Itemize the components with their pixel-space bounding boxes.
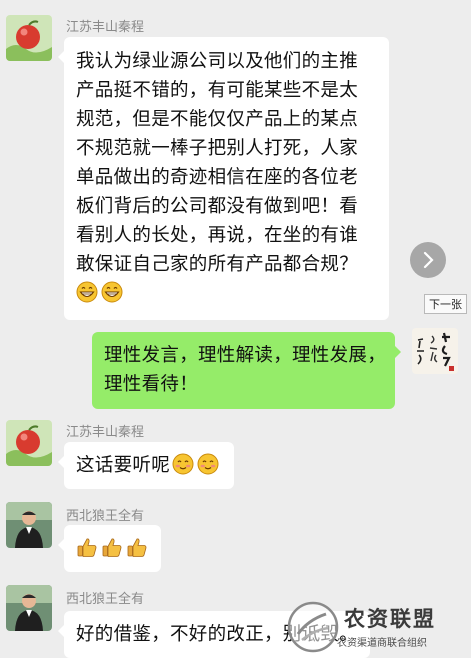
sender-name: 江苏丰山秦程: [66, 425, 145, 440]
message-text: 这话要听呢: [76, 455, 171, 476]
grin-emoji: [101, 281, 123, 303]
sender-name: 江苏丰山秦程: [66, 20, 145, 35]
avatar[interactable]: [6, 420, 52, 466]
message-text-line: 单品做出的奇迹相信在座的各位老: [76, 167, 359, 188]
avatar[interactable]: [6, 15, 52, 61]
alliance-logo: [287, 601, 339, 653]
message-row: 江苏丰山秦程 这话要听呢: [0, 410, 471, 500]
message-text-line: 我认为绿业源公司以及他们的主推: [76, 51, 359, 72]
avatar[interactable]: [6, 502, 52, 548]
thumbs-up-emoji: [77, 538, 97, 557]
message-bubble[interactable]: 这话要听呢: [57, 442, 235, 489]
message-text-line: 理性发言，理性解读，理性发展，: [104, 345, 387, 366]
watermark-subtitle: 农资渠道商联合组织: [337, 638, 427, 649]
watermark-title: 农资联盟: [344, 607, 436, 631]
sender-name: 西北狼王全有: [66, 509, 145, 524]
message-row: 西北狼王全有: [0, 493, 471, 583]
message-text-line: 不规范就一棒子把别人打死，人家: [76, 138, 359, 159]
message-text-line: 规范，但是不能仅仅产品上的某点: [76, 109, 359, 130]
blush-emoji: [172, 453, 194, 475]
watermark: 农资联盟 农资渠道商联合组织: [280, 597, 471, 656]
message-text-line: 理性看待！: [104, 374, 199, 395]
thumbs-up-emoji: [102, 538, 122, 557]
message-row: 理性发言，理性解读，理性发展， 理性看待！: [0, 320, 471, 410]
sender-name: 西北狼王全有: [66, 592, 145, 607]
message-bubble[interactable]: [58, 525, 161, 572]
emoji-row: [76, 534, 151, 563]
message-text-line: 产品挺不错的，有可能某些不是太: [76, 80, 359, 101]
message-text-line: 敢保证自己家的所有产品都合规？: [76, 254, 359, 275]
message-bubble[interactable]: 理性发言，理性解读，理性发展， 理性看待！: [92, 332, 401, 409]
avatar[interactable]: [6, 585, 52, 631]
emoji-row: [76, 279, 377, 308]
message-text-line: 看别人的长处，再说，在坐的有谁: [76, 225, 359, 246]
message-bubble[interactable]: 我认为绿业源公司以及他们的主推 产品挺不错的，有可能某些不是太 规范，但是不能仅…: [58, 37, 389, 320]
thumbs-up-emoji: [127, 538, 147, 557]
chevron-right-icon: [423, 251, 434, 269]
next-image-tooltip: 下一张: [424, 294, 467, 314]
message-row: 江苏丰山秦程 我认为绿业源公司以及他们的主推 产品挺不错的，有可能某些不是太 规…: [0, 0, 471, 320]
grin-emoji: [76, 281, 98, 303]
avatar[interactable]: [412, 328, 458, 374]
message-text-line: 板们背后的公司都没有做到吧！看: [76, 196, 359, 217]
blush-emoji: [197, 453, 219, 475]
message-text-line: 这话要听呢: [76, 451, 222, 480]
next-image-button[interactable]: [410, 242, 446, 278]
